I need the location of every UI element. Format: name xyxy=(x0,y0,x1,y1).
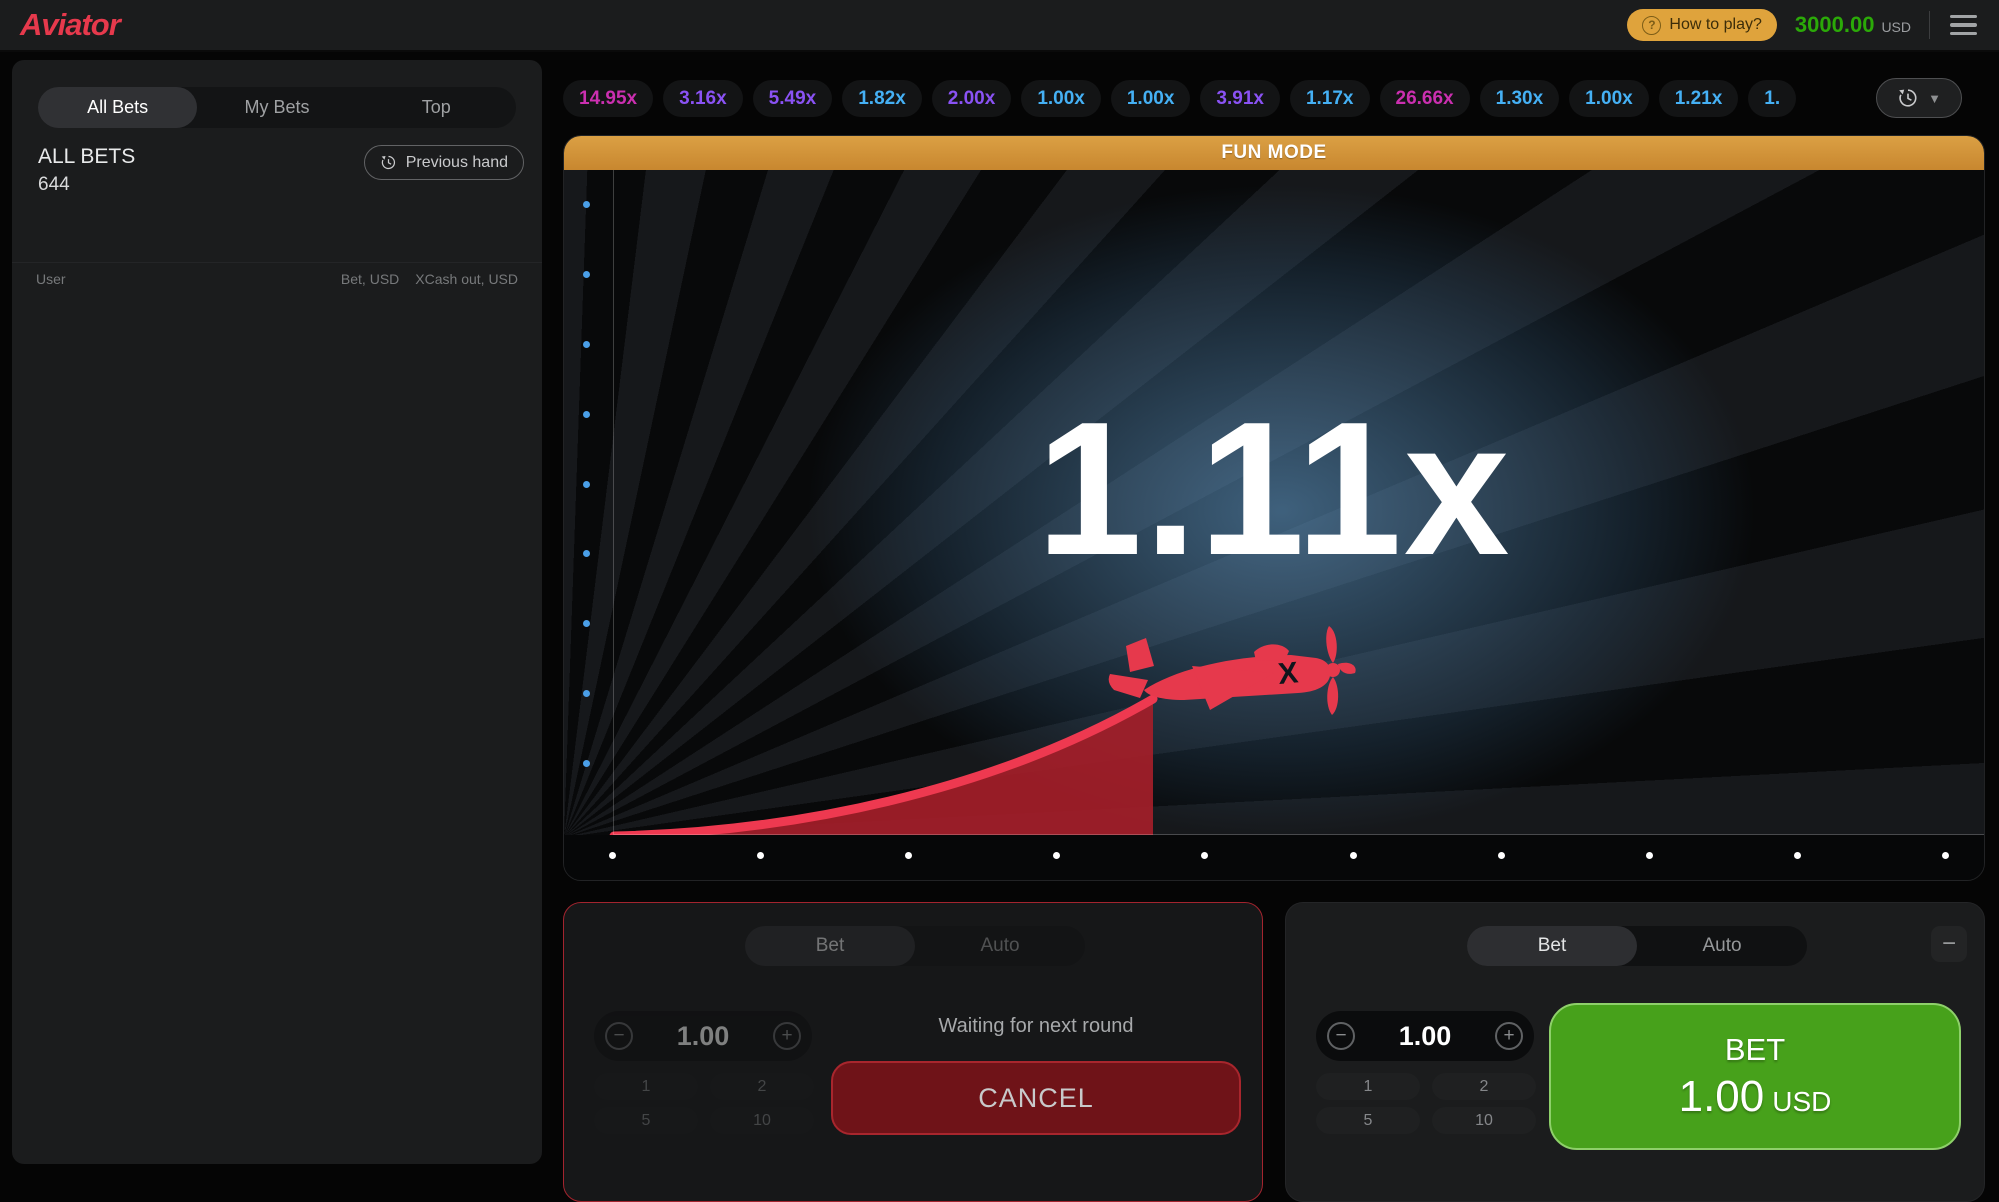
quick-bet-chip[interactable]: 2 xyxy=(710,1073,814,1100)
tab-bet[interactable]: Bet xyxy=(1467,926,1637,966)
svg-text:X: X xyxy=(1277,656,1300,691)
plane-icon: X xyxy=(1086,610,1366,732)
x-axis-dot xyxy=(609,852,616,859)
decrease-bet-button[interactable]: − xyxy=(1327,1022,1355,1050)
history-multiplier-chip[interactable]: 1.00x xyxy=(1021,80,1101,117)
all-bets-count: 644 xyxy=(38,174,135,196)
chevron-down-icon: ▼ xyxy=(1928,91,1941,106)
y-axis-dot xyxy=(583,690,590,697)
y-axis-dot xyxy=(583,201,590,208)
quick-bet-grid: 125 10 xyxy=(594,1073,814,1134)
x-axis-dot xyxy=(1942,852,1949,859)
history-clock-icon xyxy=(380,154,397,171)
y-axis-dot xyxy=(583,341,590,348)
y-axis-dot xyxy=(583,760,590,767)
balance: 3000.00 USD xyxy=(1795,12,1911,38)
bet-panel-right: Bet Auto − − 1.00 + 12510 BET 1.00USD xyxy=(1285,902,1985,1202)
sidebar-tabs: All Bets My Bets Top xyxy=(38,87,516,128)
previous-hand-label: Previous hand xyxy=(406,154,508,172)
x-axis-dots xyxy=(609,852,1949,859)
quick-bet-chip[interactable]: 10 xyxy=(710,1107,814,1134)
how-to-play-label: How to play? xyxy=(1669,16,1762,34)
balance-currency: USD xyxy=(1881,19,1911,35)
history-multiplier-chip[interactable]: 5.49x xyxy=(753,80,833,117)
game-area: 1.11x X FUN MODE xyxy=(563,135,1985,881)
bets-table-header: User Bet, USD X Cash out, USD xyxy=(12,262,542,293)
history-multiplier-chip[interactable]: 26.66x xyxy=(1380,80,1470,117)
increase-bet-button[interactable]: + xyxy=(1495,1022,1523,1050)
multiplier-history-row: 14.95x3.16x5.49x1.82x2.00x1.00x1.00x3.91… xyxy=(563,78,1860,118)
collapse-panel-button[interactable]: − xyxy=(1931,926,1967,962)
increase-bet-button[interactable]: + xyxy=(773,1022,801,1050)
divider xyxy=(1929,11,1930,39)
bet-amount-stepper: − 1.00 + xyxy=(1316,1011,1534,1061)
x-axis-dot xyxy=(905,852,912,859)
history-multiplier-chip[interactable]: 1.82x xyxy=(842,80,922,117)
tab-all-bets[interactable]: All Bets xyxy=(38,87,197,128)
fun-mode-banner: FUN MODE xyxy=(564,136,1984,170)
column-multiplier: X xyxy=(415,271,424,287)
balance-amount: 3000.00 xyxy=(1795,12,1875,38)
menu-icon[interactable] xyxy=(1948,11,1979,40)
history-multiplier-chip[interactable]: 1.17x xyxy=(1290,80,1370,117)
bet-panel-left: Bet Auto − 1.00 + 125 10 Waiting for next… xyxy=(563,902,1263,1202)
bet-amount-value[interactable]: 1.00 xyxy=(677,1021,730,1052)
quick-bet-chip[interactable]: 5 xyxy=(1316,1107,1420,1134)
history-multiplier-chip[interactable]: 1. xyxy=(1748,80,1796,117)
column-user: User xyxy=(36,271,341,287)
previous-hand-button[interactable]: Previous hand xyxy=(364,145,524,180)
bet-amount-stepper: − 1.00 + xyxy=(594,1011,812,1061)
tab-bet[interactable]: Bet xyxy=(745,926,915,966)
y-axis-dot xyxy=(583,271,590,278)
quick-bet-chip[interactable]: 1 xyxy=(594,1073,698,1100)
x-axis-dot xyxy=(1053,852,1060,859)
quick-bet-chip[interactable]: 1 xyxy=(1316,1073,1420,1100)
column-bet: Bet, USD xyxy=(341,271,399,287)
bet-button-amount: 1.00 xyxy=(1679,1072,1765,1121)
history-multiplier-chip[interactable]: 3.16x xyxy=(663,80,743,117)
aviator-logo: Aviator xyxy=(20,7,120,43)
x-axis-dot xyxy=(1350,852,1357,859)
x-axis-dot xyxy=(1498,852,1505,859)
bet-auto-tabs: Bet Auto xyxy=(1467,926,1807,966)
x-axis-dot xyxy=(757,852,764,859)
top-bar: Aviator ? How to play? 3000.00 USD xyxy=(0,0,1999,52)
bet-auto-tabs: Bet Auto xyxy=(745,926,1085,966)
history-clock-icon xyxy=(1897,87,1919,109)
bets-sidebar: All Bets My Bets Top ALL BETS 644 Previo… xyxy=(12,60,542,1164)
tab-my-bets[interactable]: My Bets xyxy=(197,87,356,128)
bet-amount-value[interactable]: 1.00 xyxy=(1399,1021,1452,1052)
history-multiplier-chip[interactable]: 2.00x xyxy=(932,80,1012,117)
history-multiplier-chip[interactable]: 1.21x xyxy=(1659,80,1739,117)
decrease-bet-button[interactable]: − xyxy=(605,1022,633,1050)
column-cashout: Cash out, USD xyxy=(425,271,518,287)
history-multiplier-chip[interactable]: 14.95x xyxy=(563,80,653,117)
history-multiplier-chip[interactable]: 1.00x xyxy=(1111,80,1191,117)
x-axis-dot xyxy=(1201,852,1208,859)
how-to-play-button[interactable]: ? How to play? xyxy=(1627,9,1777,41)
current-multiplier: 1.11x xyxy=(564,394,1984,584)
quick-bet-chip[interactable]: 10 xyxy=(1432,1107,1536,1134)
y-axis-dot xyxy=(583,620,590,627)
quick-bet-chip[interactable]: 5 xyxy=(594,1107,698,1134)
history-multiplier-chip[interactable]: 1.00x xyxy=(1569,80,1649,117)
bet-button-label: BET xyxy=(1725,1032,1785,1068)
tab-auto[interactable]: Auto xyxy=(915,926,1085,966)
x-axis-dot xyxy=(1646,852,1653,859)
x-axis-dot xyxy=(1794,852,1801,859)
quick-bet-chip[interactable]: 2 xyxy=(1432,1073,1536,1100)
question-icon: ? xyxy=(1642,16,1661,35)
bet-button-currency: USD xyxy=(1772,1086,1831,1117)
quick-bet-grid: 125 10 xyxy=(1316,1073,1536,1134)
all-bets-title: ALL BETS xyxy=(38,145,135,169)
history-multiplier-chip[interactable]: 3.91x xyxy=(1200,80,1280,117)
place-bet-button[interactable]: BET 1.00USD xyxy=(1549,1003,1961,1150)
round-history-button[interactable]: ▼ xyxy=(1876,78,1962,118)
tab-top[interactable]: Top xyxy=(357,87,516,128)
tab-auto[interactable]: Auto xyxy=(1637,926,1807,966)
cancel-bet-button[interactable]: CANCEL xyxy=(831,1061,1241,1135)
history-multiplier-chip[interactable]: 1.30x xyxy=(1480,80,1560,117)
waiting-status: Waiting for next round xyxy=(831,1015,1241,1038)
